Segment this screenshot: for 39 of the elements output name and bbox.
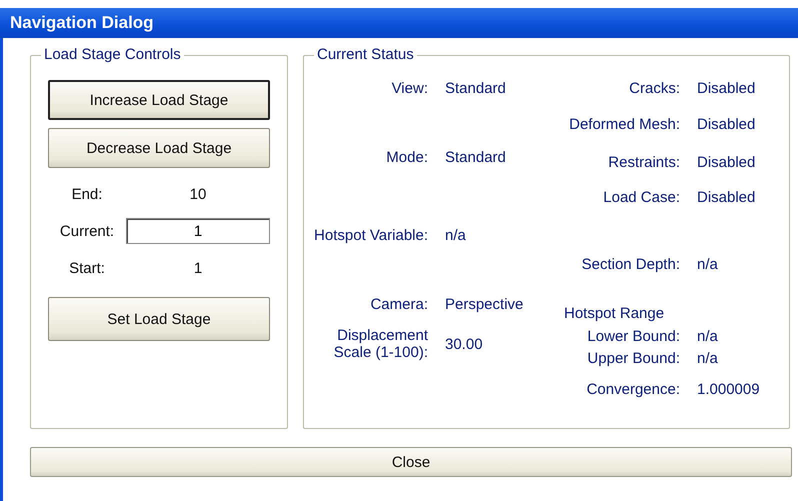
load-stage-button[interactable]: Decrease Load Stage (48, 128, 270, 168)
status-value: Standard (445, 80, 506, 98)
status-value: n/a (697, 328, 718, 345)
status-label: Load Case: (602, 189, 680, 206)
status-label: Mode: (385, 149, 428, 166)
status-value: Disabled (697, 154, 756, 171)
set-load-stage-button[interactable]: Set Load Stage (48, 297, 270, 341)
status-label: Convergence: (586, 381, 680, 398)
start-value: 1 (192, 260, 204, 276)
group-title: Load Stage Controls (41, 46, 184, 63)
status-value: n/a (697, 256, 718, 273)
status-value: n/a (697, 350, 718, 367)
status-label: Camera: (369, 296, 428, 313)
status-value: Disabled (697, 116, 756, 133)
status-label: Hotspot Variable: (313, 226, 428, 244)
status-value: 1.000009 (697, 381, 760, 398)
end-label: End: (70, 186, 104, 202)
status-label: Upper Bound: (586, 350, 680, 367)
status-label: Lower Bound: (586, 328, 680, 345)
end-value: 10 (188, 186, 208, 202)
status-value: 30.00 (445, 336, 483, 353)
status-label: View: (390, 80, 428, 98)
window-title: Navigation Dialog (10, 13, 154, 33)
current-field[interactable]: 1 (126, 218, 270, 244)
status-value: Standard (445, 149, 506, 166)
close-button[interactable]: Close (30, 447, 792, 477)
current-label: Current: (58, 222, 116, 240)
section-heading: Hotspot Range (564, 305, 664, 322)
status-value: Disabled (697, 189, 756, 206)
status-value: Perspective (445, 296, 524, 313)
status-label: Restraints: (607, 154, 680, 171)
status-label: Displacement Scale (1-100): (332, 327, 428, 362)
status-value: n/a (445, 226, 466, 244)
status-label: Section Depth: (580, 256, 680, 273)
status-value: Disabled (697, 80, 756, 97)
load-stage-button[interactable]: Increase Load Stage (48, 80, 270, 120)
start-label: Start: (68, 260, 106, 276)
status-label: Deformed Mesh: (568, 116, 680, 133)
status-label: Cracks: (628, 80, 680, 97)
